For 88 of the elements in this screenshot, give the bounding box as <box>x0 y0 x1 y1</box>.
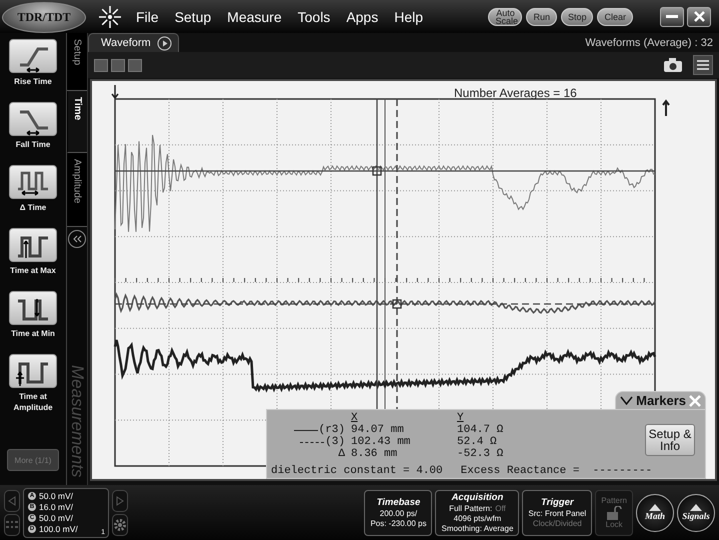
acquisition-button[interactable]: Acquisition Full Pattern: Off 4096 pts/wfm Smoothing: Average <box>435 490 520 536</box>
run-control-button[interactable]: Auto Scale <box>488 8 522 26</box>
trigger-button[interactable]: Trigger Src: Front Panel Clock/Divided <box>522 490 592 536</box>
app-menu-button[interactable]: TDR/TDT <box>2 2 86 32</box>
measurement-button[interactable] <box>9 39 57 73</box>
channel-scale: 50.0 mV/ <box>39 490 74 502</box>
menu-item[interactable]: File <box>136 8 159 24</box>
measurement-button[interactable] <box>9 165 57 199</box>
close-button[interactable] <box>687 6 711 26</box>
gear-icon <box>113 518 127 532</box>
settings-button[interactable] <box>112 514 128 536</box>
measurement-label: Time at Max <box>9 265 57 276</box>
channel-scale: 100.0 mV/ <box>39 524 78 534</box>
measurement-button[interactable] <box>9 228 57 262</box>
measurement-button[interactable] <box>9 354 57 388</box>
measurement-button[interactable] <box>9 291 57 325</box>
setting-value: Full Pattern: <box>449 504 492 514</box>
waveform-count: Waveforms (Average) : 32 <box>585 36 713 48</box>
left-arrow-icon <box>111 84 119 100</box>
excess-reactance: Excess Reactance = --------- <box>460 465 652 477</box>
menu-item[interactable]: Tools <box>298 8 330 24</box>
starburst-logo-icon <box>98 4 122 28</box>
keypad-icon <box>6 520 18 528</box>
menu-item[interactable]: Setup <box>174 8 212 24</box>
markers-tab[interactable]: Markers <box>615 391 706 409</box>
setting-value: Smoothing: Average <box>441 524 514 534</box>
setting-value: 200.00 ps/ <box>380 508 418 518</box>
up-triangle-icon <box>649 504 661 511</box>
menu-icon <box>697 60 709 70</box>
side-tab[interactable]: Setup <box>67 33 87 91</box>
marker-label: (r3) <box>318 424 345 436</box>
channel-scale: 50.0 mV/ <box>39 512 74 524</box>
camera-icon[interactable] <box>664 58 682 72</box>
setting-value: Src: Front Panel <box>528 508 586 518</box>
side-tab[interactable]: Amplitude <box>67 153 87 227</box>
left-triangle-icon <box>8 496 16 506</box>
marker-x-value: 8.36 mm <box>351 448 398 460</box>
panel-title: Acquisition <box>452 492 504 504</box>
round-menu-button[interactable]: Signals <box>677 494 715 532</box>
run-control-button[interactable]: Clear <box>597 8 633 26</box>
marker-x-value: 94.07 mm <box>351 424 405 436</box>
channel-scale: 16.0 mV/ <box>39 502 74 512</box>
round-menu-button[interactable]: Math <box>636 494 674 532</box>
previous-button[interactable] <box>4 490 20 512</box>
measurement-label: Fall Time <box>14 139 52 150</box>
collapse-icon[interactable] <box>68 230 86 248</box>
measurement-label: Time at Min <box>10 328 56 339</box>
up-triangle-icon <box>690 504 702 511</box>
averages-label: Number Averages = 16 <box>454 86 577 100</box>
view-tab[interactable]: Waveform <box>88 33 179 52</box>
panel-title: Measurements <box>67 364 87 477</box>
setting-value: Off <box>495 504 506 514</box>
column-header: Y <box>457 412 465 424</box>
dielectric-constant: dielectric constant = 4.00 <box>271 465 443 477</box>
panel-title: Timebase <box>376 496 420 508</box>
setting-value: Clock/Divided <box>532 518 582 528</box>
minimize-icon <box>666 14 678 18</box>
column-header: X <box>351 412 359 424</box>
setting-value: 4096 pts/wfm <box>454 514 502 524</box>
marker-y-value: -52.3 Ω <box>457 448 504 460</box>
menu-item[interactable]: Apps <box>346 8 378 24</box>
minimize-button[interactable] <box>660 6 684 26</box>
right-arrow-icon <box>662 99 670 117</box>
marker-y-value: 104.7 Ω <box>457 424 504 436</box>
keypad-button[interactable] <box>4 514 20 536</box>
marker-x-value: 102.43 mm <box>351 436 412 448</box>
measurement-label: Rise Time <box>13 76 53 87</box>
marker-label: Δ <box>338 448 345 460</box>
setting-value: Pos: -230.00 ps <box>370 518 426 528</box>
menu-button[interactable] <box>693 55 713 75</box>
timebase-button[interactable]: Timebase 200.00 ps/ Pos: -230.00 ps <box>364 490 432 536</box>
marker-label: (3) <box>325 436 345 448</box>
panel-title: Trigger <box>541 496 574 508</box>
run-control-button[interactable]: Stop <box>560 8 594 26</box>
measurement-label: Time at Amplitude <box>12 391 54 413</box>
menu-item[interactable]: Measure <box>227 8 282 24</box>
menu-item[interactable]: Help <box>394 8 424 24</box>
setup-info-button[interactable]: Setup & Info <box>645 424 695 456</box>
measurement-button[interactable] <box>9 102 57 136</box>
next-button[interactable] <box>112 490 128 512</box>
play-icon <box>156 36 172 50</box>
marker-y-value: 52.4 Ω <box>457 436 498 448</box>
measurement-label: Δ Time <box>18 202 48 213</box>
side-tab[interactable]: Time <box>67 91 87 153</box>
lock-icon <box>606 506 622 520</box>
right-triangle-icon <box>116 496 124 506</box>
close-icon <box>694 11 704 22</box>
run-control-button[interactable]: Run <box>526 8 557 26</box>
